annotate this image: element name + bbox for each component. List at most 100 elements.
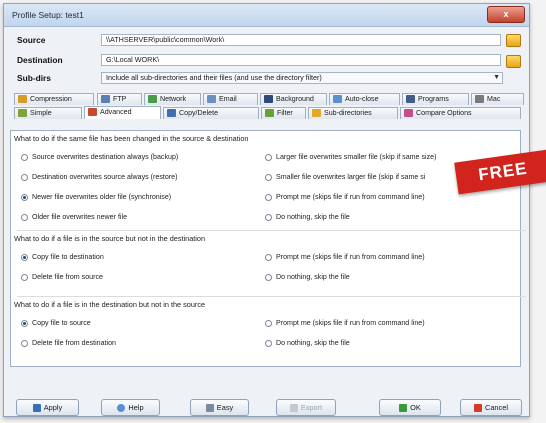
cancel-label: Cancel (484, 403, 508, 412)
option-label[interactable]: Destination overwrites source always (re… (32, 173, 177, 181)
cancel-button[interactable]: Cancel (460, 399, 522, 416)
simple-icon (18, 109, 27, 117)
radio-button[interactable] (21, 274, 28, 281)
tab-filter[interactable]: Filter (261, 107, 306, 119)
radio-button[interactable] (21, 194, 28, 201)
option-label[interactable]: Prompt me (skips file if run from comman… (276, 319, 425, 327)
option-label[interactable]: Delete file from destination (32, 339, 116, 347)
apply-label: Apply (43, 403, 63, 412)
tab-label: Compare Options (416, 109, 472, 117)
tab-auto-close[interactable]: Auto-close (329, 93, 400, 105)
source-value: \\ATHSERVER\public\common\Work\ (106, 35, 225, 44)
profile-setup-window: Profile Setup: test1 x Source \\ATHSERVE… (3, 3, 530, 417)
tab-compare-options[interactable]: Compare Options (400, 107, 521, 119)
radio-button[interactable] (21, 340, 28, 347)
radio-button[interactable] (265, 320, 272, 327)
help-icon (117, 404, 126, 413)
section-heading: What to do if a file is in the destinati… (14, 300, 206, 309)
radio-button[interactable] (21, 154, 28, 161)
tab-network[interactable]: Network (144, 93, 201, 105)
section-heading: What to do if the same file has been cha… (14, 134, 249, 143)
radio-button[interactable] (21, 174, 28, 181)
tab-label: Filter (277, 109, 293, 117)
help-label: Help (128, 403, 144, 412)
destination-label: Destination (17, 55, 63, 65)
tab-label: Email (219, 95, 237, 103)
help-button[interactable]: Help (101, 399, 160, 416)
option-label[interactable]: Smaller file overwrites larger file (ski… (276, 173, 425, 181)
advanced-icon (88, 108, 97, 116)
compression-icon (18, 95, 27, 103)
background-icon (264, 95, 273, 103)
tab-advanced[interactable]: Advanced (84, 106, 161, 119)
option-label[interactable]: Delete file from source (32, 273, 103, 281)
tab-label: Sub-directories (324, 109, 372, 117)
tab-label: Background (276, 95, 314, 103)
chevron-down-icon: ▼ (493, 74, 500, 81)
free-badge-label: FREE (477, 158, 529, 185)
email-icon (207, 95, 216, 103)
tab-programs[interactable]: Programs (402, 93, 469, 105)
tab-label: Compression (30, 95, 72, 103)
radio-button[interactable] (265, 254, 272, 261)
radio-button[interactable] (21, 254, 28, 261)
source-label: Source (17, 35, 46, 45)
option-label[interactable]: Do nothing, skip the file (276, 213, 350, 221)
option-label[interactable]: Larger file overwrites smaller file (ski… (276, 153, 436, 161)
source-folder-icon[interactable] (506, 34, 521, 47)
destination-folder-icon[interactable] (506, 55, 521, 68)
radio-button[interactable] (265, 214, 272, 221)
apply-button[interactable]: Apply (16, 399, 79, 416)
mac-icon (475, 95, 484, 103)
option-label[interactable]: Copy file to source (32, 319, 91, 327)
tab-email[interactable]: Email (203, 93, 258, 105)
radio-button[interactable] (21, 214, 28, 221)
section-heading: What to do if a file is in the source bu… (14, 234, 206, 243)
source-input[interactable]: \\ATHSERVER\public\common\Work\ (101, 34, 501, 46)
option-label[interactable]: Source overwrites destination always (ba… (32, 153, 178, 161)
tab-label: Advanced (100, 108, 132, 116)
tab-background[interactable]: Background (260, 93, 327, 105)
tab-label: Copy/Delete (179, 109, 219, 117)
ok-label: OK (410, 403, 421, 412)
tab-label: Simple (30, 109, 52, 117)
tab-compression[interactable]: Compression (14, 93, 94, 105)
tab-simple[interactable]: Simple (14, 107, 82, 119)
option-label[interactable]: Prompt me (skips file if run from comman… (276, 253, 425, 261)
option-label[interactable]: Older file overwrites newer file (32, 213, 127, 221)
title-bar[interactable]: Profile Setup: test1 x (4, 4, 529, 27)
radio-button[interactable] (265, 154, 272, 161)
programs-icon (406, 95, 415, 103)
option-label[interactable]: Copy file to destination (32, 253, 104, 261)
tab-mac[interactable]: Mac (471, 93, 524, 105)
ok-button[interactable]: OK (379, 399, 441, 416)
radio-button[interactable] (265, 274, 272, 281)
tab-ftp[interactable]: FTP (97, 93, 142, 105)
checkmark-icon (399, 404, 408, 413)
save-icon (32, 404, 41, 413)
easy-label: Easy (216, 403, 234, 412)
tab-copy-delete[interactable]: Copy/Delete (163, 107, 259, 119)
export-button[interactable]: Export (276, 399, 336, 416)
tab-label: FTP (113, 95, 127, 103)
destination-input[interactable]: G:\Local WORK\ (101, 54, 501, 66)
subdirs-label: Sub-dirs (17, 73, 51, 83)
window-title: Profile Setup: test1 (12, 10, 84, 20)
close-button[interactable]: x (487, 6, 525, 23)
filter-icon (265, 109, 274, 117)
subdirs-select[interactable]: Include all sub-directories and their fi… (101, 72, 503, 84)
destination-value: G:\Local WORK\ (106, 55, 160, 64)
radio-button[interactable] (265, 194, 272, 201)
option-label[interactable]: Prompt me (skips file if run from comman… (276, 193, 425, 201)
radio-button[interactable] (21, 320, 28, 327)
tab-sub-directories[interactable]: Sub-directories (308, 107, 398, 119)
radio-button[interactable] (265, 174, 272, 181)
option-label[interactable]: Do nothing, skip the file (276, 273, 350, 281)
option-label[interactable]: Newer file overwrites older file (synchr… (32, 193, 171, 201)
tab-label: Auto-close (345, 95, 379, 103)
subdirectories-icon (312, 109, 321, 117)
network-icon (148, 95, 157, 103)
option-label[interactable]: Do nothing, skip the file (276, 339, 350, 347)
easy-button[interactable]: Easy (190, 399, 249, 416)
radio-button[interactable] (265, 340, 272, 347)
